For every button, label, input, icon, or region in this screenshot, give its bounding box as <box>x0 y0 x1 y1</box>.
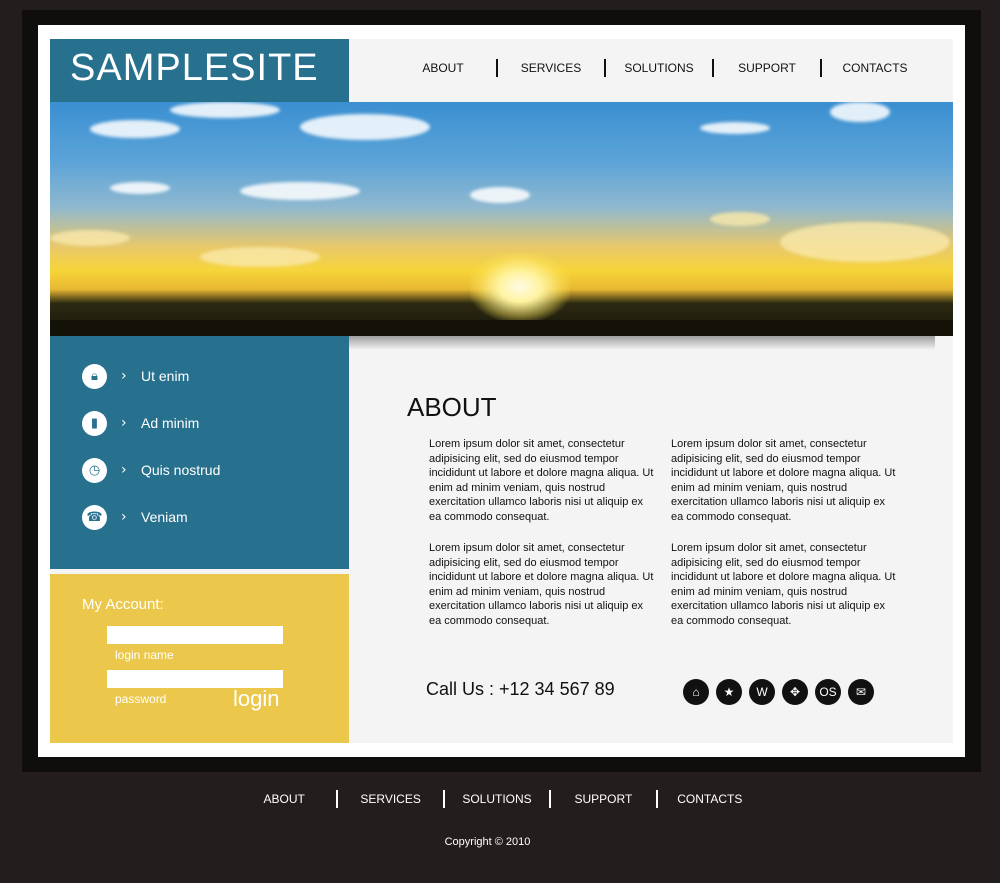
network-icon[interactable]: ✥ <box>782 679 808 705</box>
cloud <box>830 102 890 122</box>
nav-solutions[interactable]: SOLUTIONS <box>606 61 712 75</box>
cloud <box>200 247 320 267</box>
os-icon[interactable]: OS <box>815 679 841 705</box>
page-inner: SAMPLESITE ABOUT SERVICES SOLUTIONS SUPP… <box>50 39 953 743</box>
top-nav: ABOUT SERVICES SOLUTIONS SUPPORT CONTACT… <box>390 57 950 79</box>
login-name-label: login name <box>115 648 174 662</box>
cloud <box>90 120 180 138</box>
logo-text: SAMPLESITE <box>70 47 319 89</box>
footer-nav-contacts[interactable]: CONTACTS <box>658 792 762 806</box>
nav-contacts[interactable]: CONTACTS <box>822 61 928 75</box>
book-icon: ▮ <box>82 410 107 436</box>
copyright-text: Copyright © 2010 <box>444 836 531 848</box>
sidebar-item-quis-nostrud[interactable]: ◷ › Quis nostrud <box>82 457 220 483</box>
login-button[interactable]: login <box>233 686 279 712</box>
phone-icon: ☎ <box>82 504 107 530</box>
account-panel: My Account: login name password login <box>50 574 349 743</box>
sidebar-item-label: Ut enim <box>141 368 190 384</box>
chevron-right-icon: › <box>121 509 127 525</box>
footer-nav-solutions[interactable]: SOLUTIONS <box>445 792 549 806</box>
home-icon[interactable]: ⌂ <box>683 679 709 705</box>
social-icons: ⌂ ★ W ✥ OS ✉ <box>683 679 874 705</box>
footer-nav-support[interactable]: SUPPORT <box>551 792 655 806</box>
sun <box>470 252 570 322</box>
call-us-text: Call Us : +12 34 567 89 <box>426 679 615 699</box>
chevron-right-icon: › <box>121 415 127 431</box>
cloud <box>300 114 430 140</box>
cloud <box>710 212 770 226</box>
cloud <box>780 222 950 262</box>
sidebar-item-veniam[interactable]: ☎ › Veniam <box>82 504 188 530</box>
lock-icon: 🔒︎ <box>82 363 107 389</box>
nav-about[interactable]: ABOUT <box>390 61 496 75</box>
hero-banner-image <box>50 102 953 336</box>
cloud <box>50 230 130 246</box>
chevron-right-icon: › <box>121 462 127 478</box>
cloud <box>170 102 280 118</box>
footer-nav-services[interactable]: SERVICES <box>338 792 442 806</box>
page-title: ABOUT <box>407 392 497 422</box>
mail-icon[interactable]: ✉ <box>848 679 874 705</box>
footer-nav: ABOUT SERVICES SOLUTIONS SUPPORT CONTACT… <box>232 789 762 809</box>
sidebar-item-label: Quis nostrud <box>141 462 221 478</box>
sidebar: 🔒︎ › Ut enim ▮ › Ad minim ◷ › Quis nostr… <box>50 336 349 569</box>
account-title: My Account: <box>82 596 164 613</box>
windows-icon[interactable]: W <box>749 679 775 705</box>
sidebar-item-label: Ad minim <box>141 415 200 431</box>
password-label: password <box>115 692 167 706</box>
paragraph: Lorem ipsum dolor sit amet, consectetur … <box>429 438 654 523</box>
sidebar-item-ut-enim[interactable]: 🔒︎ › Ut enim <box>82 363 189 389</box>
sidebar-item-ad-minim[interactable]: ▮ › Ad minim <box>82 410 199 436</box>
paragraph: Lorem ipsum dolor sit amet, consectetur … <box>429 542 654 627</box>
nav-services[interactable]: SERVICES <box>498 61 604 75</box>
cloud <box>240 182 360 200</box>
paragraph: Lorem ipsum dolor sit amet, consectetur … <box>671 438 896 523</box>
clock-icon: ◷ <box>82 457 107 483</box>
page-card: SAMPLESITE ABOUT SERVICES SOLUTIONS SUPP… <box>38 25 965 757</box>
paragraph: Lorem ipsum dolor sit amet, consectetur … <box>671 542 896 627</box>
nav-support[interactable]: SUPPORT <box>714 61 820 75</box>
login-name-input[interactable] <box>107 626 283 644</box>
site-logo[interactable]: SAMPLESITE <box>50 39 349 102</box>
cloud <box>470 187 530 203</box>
footer-nav-about[interactable]: ABOUT <box>232 792 336 806</box>
cloud <box>700 122 770 134</box>
cloud <box>110 182 170 194</box>
horizon-treeline <box>50 320 953 336</box>
chevron-right-icon: › <box>121 368 127 384</box>
star-icon[interactable]: ★ <box>716 679 742 705</box>
sidebar-item-label: Veniam <box>141 509 188 525</box>
